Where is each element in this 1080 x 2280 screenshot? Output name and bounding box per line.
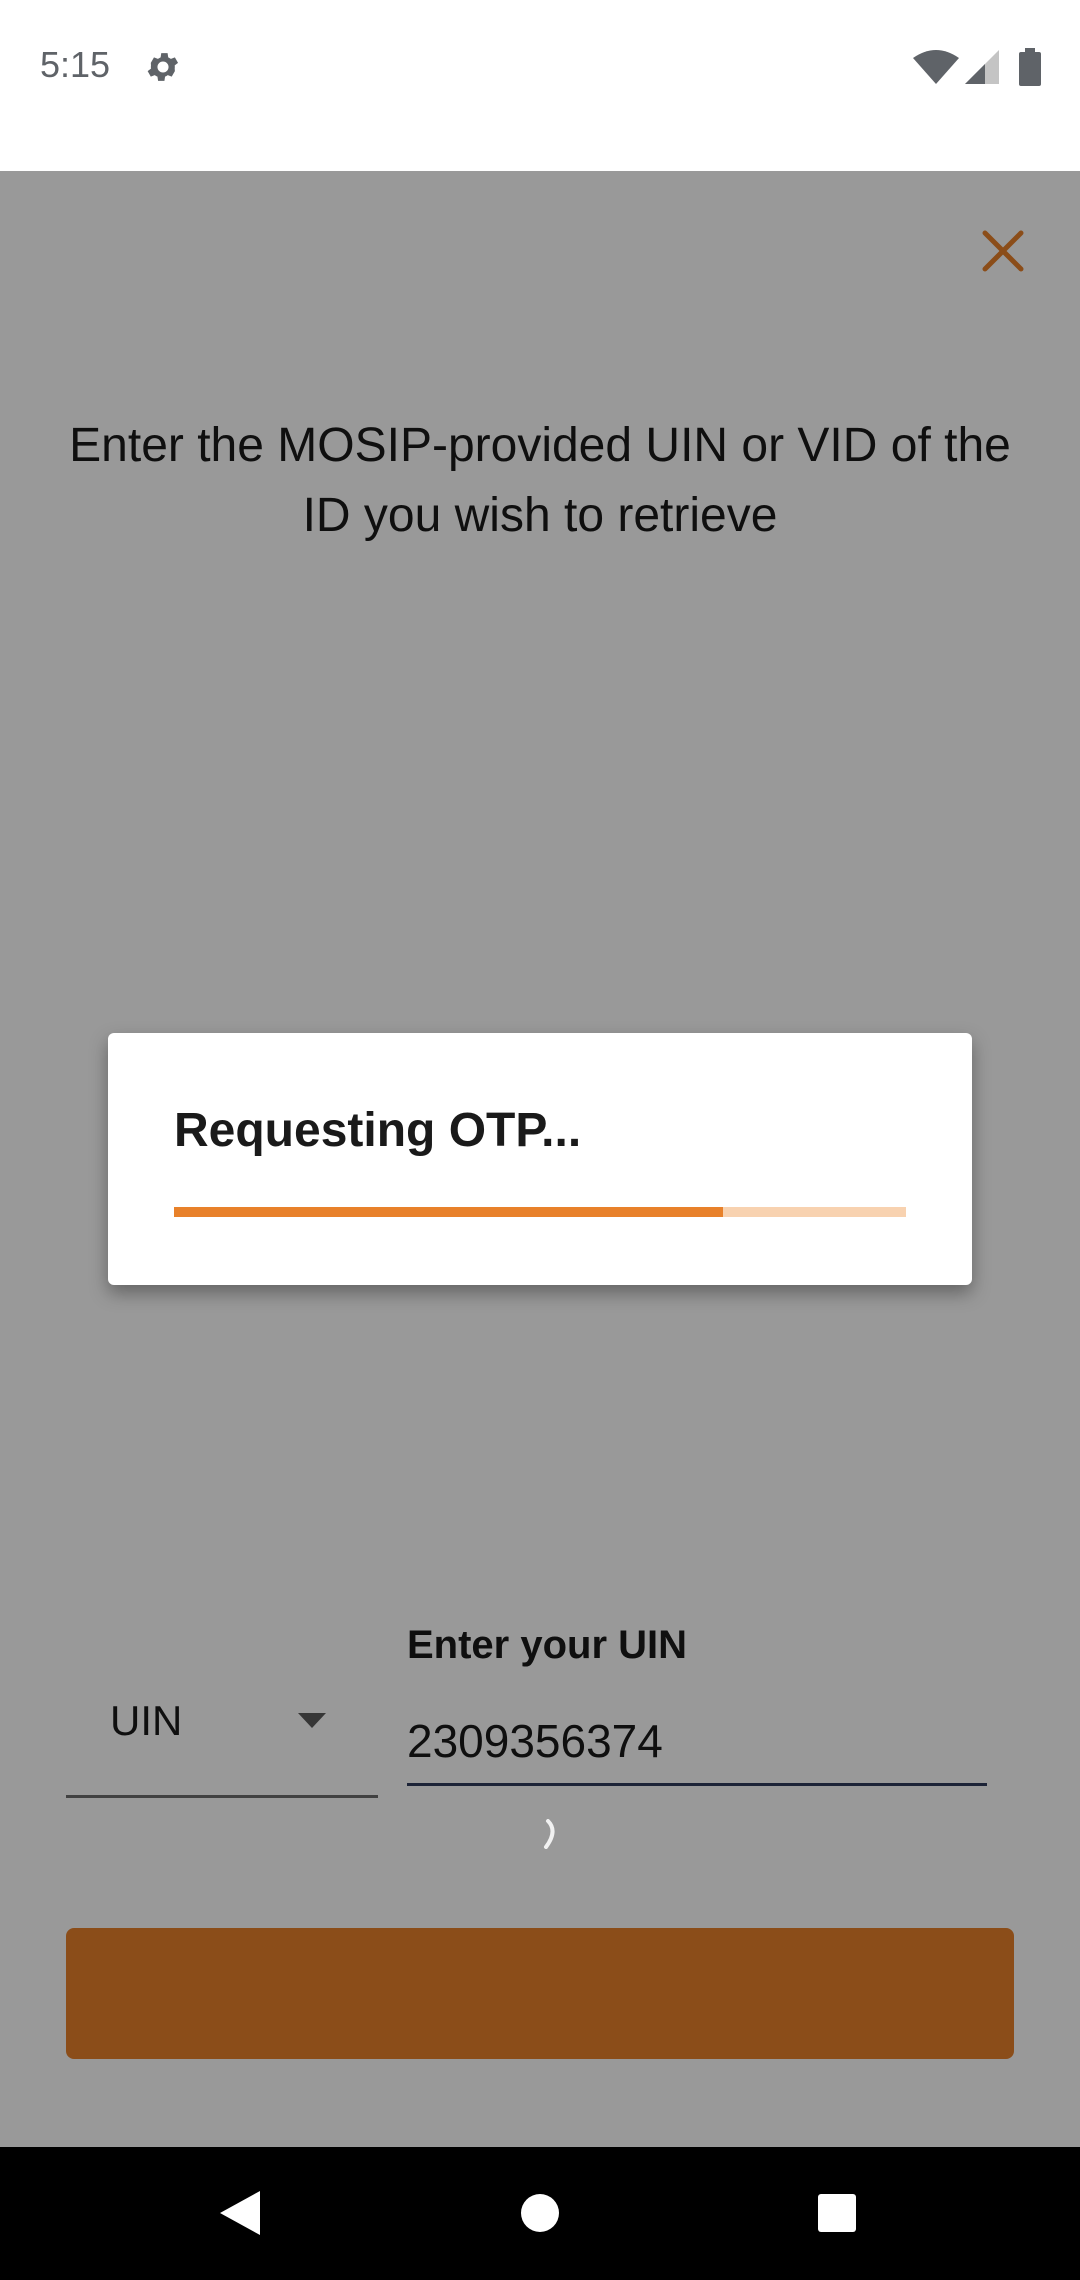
back-icon[interactable] xyxy=(218,2189,262,2237)
signal-icon xyxy=(965,50,999,84)
status-time: 5:15 xyxy=(40,44,111,85)
system-nav-bar xyxy=(0,2147,1080,2280)
status-bar: 5:15 xyxy=(0,0,1080,171)
home-icon[interactable] xyxy=(520,2193,560,2233)
recents-icon[interactable] xyxy=(818,2194,856,2232)
gear-icon xyxy=(147,53,179,81)
wifi-icon xyxy=(913,50,959,84)
spinner-icon xyxy=(544,1819,555,1849)
progress-bar xyxy=(174,1207,906,1217)
progress-bar-fill xyxy=(174,1207,723,1217)
requesting-otp-dialog: Requesting OTP... xyxy=(108,1033,972,1285)
dialog-title: Requesting OTP... xyxy=(174,1104,582,1157)
battery-icon xyxy=(1019,48,1041,86)
